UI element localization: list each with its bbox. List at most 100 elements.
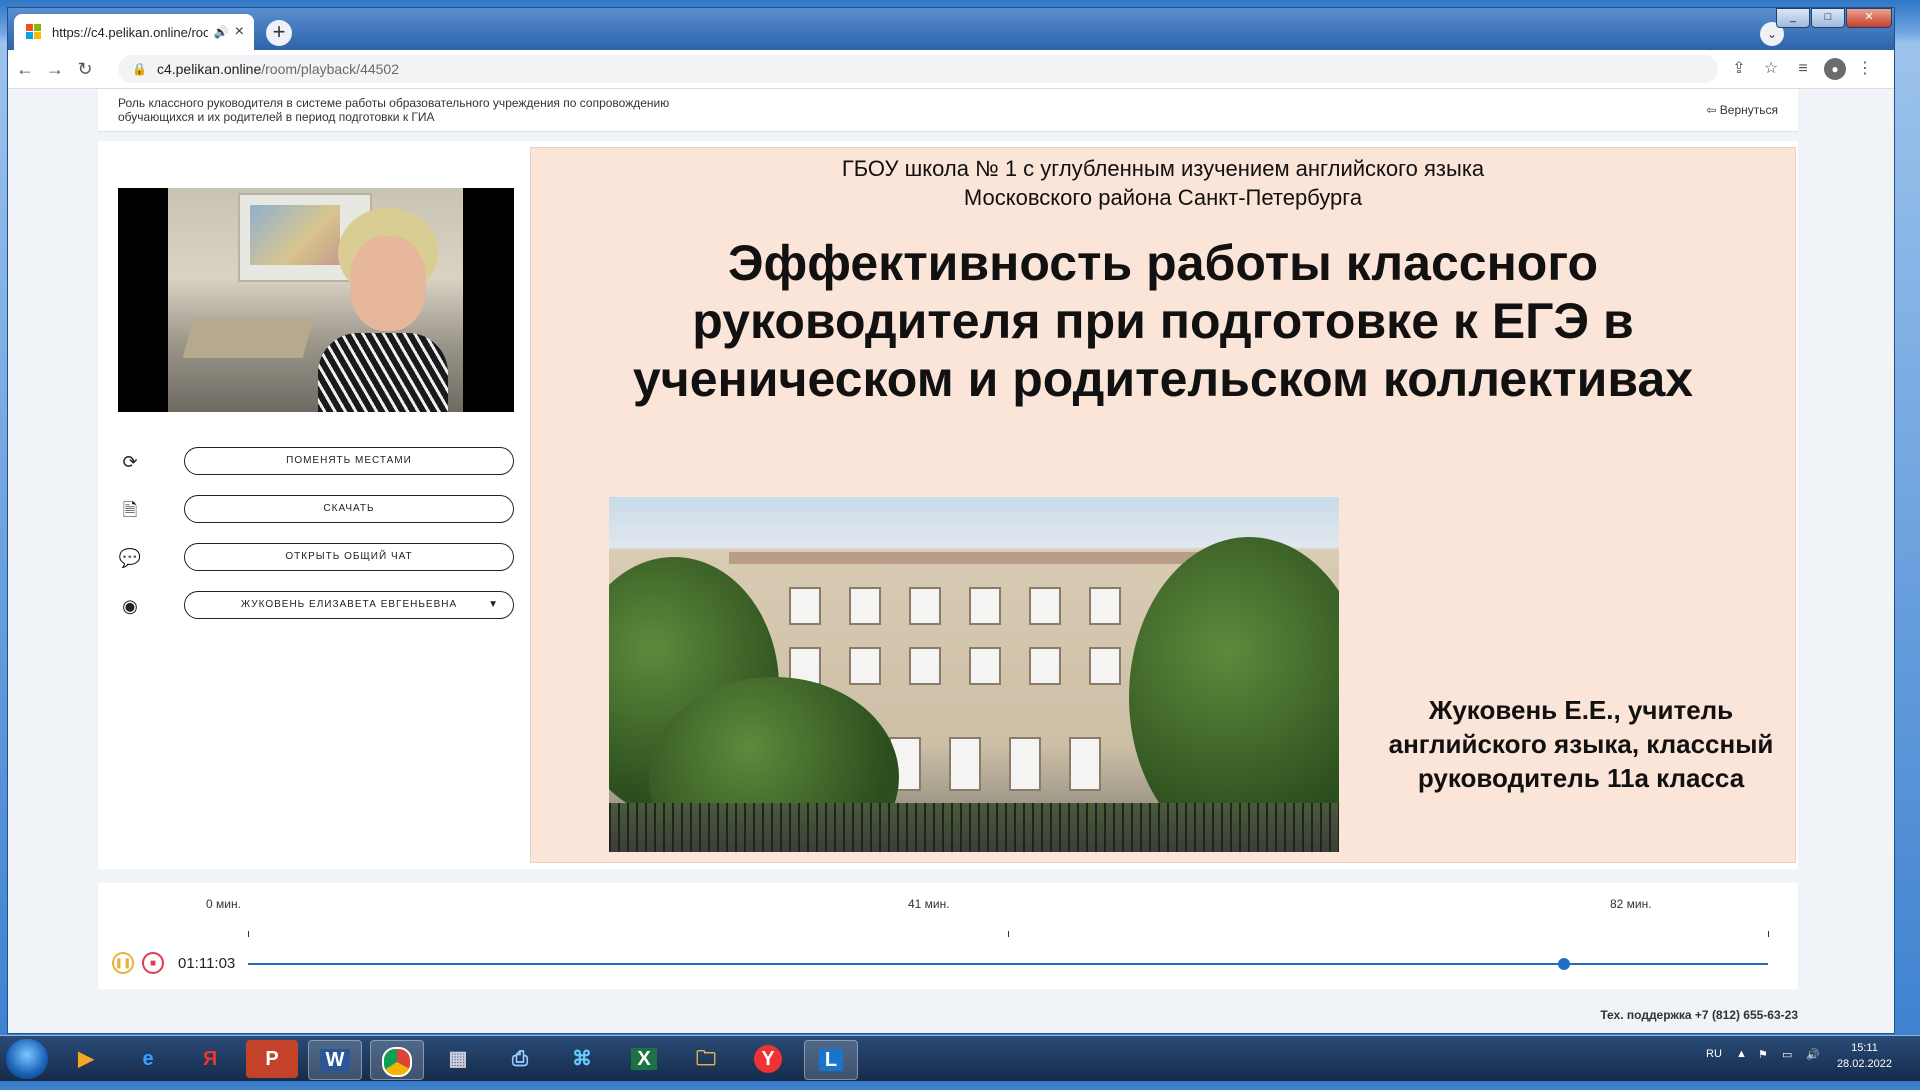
reload-icon[interactable]: ↻ (74, 58, 96, 80)
course-title: Роль классного руководителя в системе ра… (118, 96, 670, 124)
window (969, 647, 1001, 685)
minimize-button[interactable]: _ (1776, 8, 1810, 28)
lync-icon[interactable]: L (804, 1040, 858, 1080)
url-path: /room/playback/44502 (261, 61, 400, 77)
tick-mark (248, 931, 249, 937)
reading-list-icon[interactable]: ≡ (1792, 58, 1814, 80)
share-icon[interactable]: ⇪ (1728, 58, 1750, 80)
playback-area: ⟳ ПОМЕНЯТЬ МЕСТАМИ 🗎 СКАЧАТЬ 💬 ОТКРЫТЬ О… (98, 141, 1798, 869)
tick-mid: 41 мин. (908, 897, 950, 911)
maximize-button[interactable]: □ (1811, 8, 1845, 28)
bookmark-star-icon[interactable]: ☆ (1760, 58, 1782, 80)
close-tab-icon[interactable]: × (235, 23, 244, 41)
chat-bubble-icon: 💬 (118, 548, 142, 568)
swap-button[interactable]: ПОМЕНЯТЬ МЕСТАМИ (184, 447, 514, 475)
classroom-desk (182, 318, 314, 358)
window-controls: _ □ ✕ (1775, 8, 1892, 28)
back-link[interactable]: ⇦ Вернуться (1706, 103, 1778, 117)
address-bar[interactable]: 🔒 c4.pelikan.online /room/playback/44502 (118, 55, 1718, 83)
speaker-select[interactable]: ЖУКОВЕНЬ ЕЛИЗАВЕТА ЕВГЕНЬЕВНА ▼ (184, 591, 514, 619)
browser-window: https://c4.pelikan.online/roo 🔊 × + ⌄ _ … (7, 7, 1895, 1034)
window (1029, 647, 1061, 685)
scanner-icon[interactable]: ⎙ (494, 1040, 546, 1078)
tick-mark (1768, 931, 1769, 937)
slide-title: Эффективность работы классного руководит… (632, 235, 1694, 407)
yandex-icon[interactable]: Y (742, 1040, 794, 1078)
powerpoint-icon[interactable]: P (246, 1040, 298, 1078)
windows-taskbar: ▶ e Я P W ▦ ⎙ ⌘ X 🗀 Y L RU ▲ ⚑ ▭ 🔊 15:11… (0, 1035, 1920, 1081)
window (1089, 647, 1121, 685)
slide-school-text: ГБОУ школа № 1 с углубленным изучением а… (841, 156, 1485, 210)
profile-avatar-icon[interactable]: ● (1824, 58, 1846, 80)
browser-tab[interactable]: https://c4.pelikan.online/roo 🔊 × (14, 14, 254, 50)
support-phone: Тех. поддержка +7 (812) 655-63-23 (1600, 1008, 1798, 1022)
slide-school: ГБОУ школа № 1 с углубленным изучением а… (531, 154, 1795, 212)
tab-strip: https://c4.pelikan.online/roo 🔊 × + ⌄ _ … (8, 8, 1894, 50)
speaker-face (350, 236, 426, 331)
chrome-icon[interactable] (370, 1040, 424, 1080)
file-explorer-icon[interactable]: 🗀 (680, 1040, 732, 1078)
video-background (168, 188, 463, 412)
swap-icon: ⟳ (122, 452, 138, 472)
chat-row: 💬 ОТКРЫТЬ ОБЩИЙ ЧАТ (118, 543, 514, 573)
network-icon[interactable]: ▭ (1782, 1048, 1792, 1061)
back-arrow-icon[interactable]: ← (14, 58, 36, 80)
window (789, 587, 821, 625)
swap-row: ⟳ ПОМЕНЯТЬ МЕСТАМИ (118, 447, 514, 477)
speaker-icon[interactable]: 🔊 (214, 25, 229, 39)
progress-knob[interactable] (1558, 958, 1571, 970)
download-button[interactable]: СКАЧАТЬ (184, 495, 514, 523)
media-player-icon[interactable]: ▶ (60, 1040, 112, 1078)
menu-kebab-icon[interactable]: ⋮ (1854, 58, 1876, 80)
stop-button[interactable]: ■ (142, 952, 164, 974)
caret-down-icon: ▼ (488, 599, 499, 610)
tick-mark (1008, 931, 1009, 937)
window (1089, 587, 1121, 625)
tray-expand-icon[interactable]: ▲ (1736, 1048, 1747, 1060)
forward-arrow-icon[interactable]: → (44, 58, 66, 80)
clock-time: 15:11 (1851, 1042, 1878, 1054)
window (849, 587, 881, 625)
pause-button[interactable]: ❚❚ (112, 952, 134, 974)
window (909, 587, 941, 625)
clock-date: 28.02.2022 (1836, 1058, 1892, 1070)
back-label: Вернуться (1719, 103, 1778, 117)
yandex-browser-icon[interactable]: Я (184, 1040, 236, 1078)
tab-title: https://c4.pelikan.online/roo (52, 24, 208, 40)
progress-track[interactable] (248, 963, 1768, 965)
window (1029, 587, 1061, 625)
lock-icon[interactable]: 🔒 (132, 62, 147, 76)
building-cornice (729, 552, 1249, 564)
download-row: 🗎 СКАЧАТЬ (118, 495, 514, 525)
slide-author: Жуковень Е.Е., учитель английского языка… (1388, 695, 1774, 793)
calculator-icon[interactable]: ▦ (432, 1040, 484, 1078)
window (969, 587, 1001, 625)
presentation-slide: ГБОУ школа № 1 с углубленным изучением а… (530, 147, 1796, 863)
exit-icon: ⇦ (1706, 103, 1720, 117)
room-header: Роль классного руководителя в системе ра… (98, 89, 1798, 132)
window (1009, 737, 1041, 791)
volume-icon[interactable]: 🔊 (1806, 1048, 1820, 1061)
start-button[interactable] (6, 1039, 48, 1079)
internet-explorer-icon[interactable]: e (122, 1040, 174, 1078)
word-icon[interactable]: W (308, 1040, 362, 1080)
network-app-icon[interactable]: ⌘ (556, 1040, 608, 1078)
webcam-video[interactable] (118, 188, 514, 412)
current-time: 01:11:03 (178, 955, 236, 972)
window (909, 647, 941, 685)
url-host: c4.pelikan.online (156, 61, 262, 77)
speaker-select-value: ЖУКОВЕНЬ ЕЛИЗАВЕТА ЕВГЕНЬЕВНА (240, 599, 458, 610)
excel-icon[interactable]: X (618, 1040, 670, 1078)
open-chat-button[interactable]: ОТКРЫТЬ ОБЩИЙ ЧАТ (184, 543, 514, 571)
flag-icon[interactable]: ⚑ (1758, 1048, 1768, 1061)
speaker-body (318, 333, 448, 412)
playback-timeline: 0 мин. 41 мин. 82 мин. ❚❚ ■ 01:11:03 (98, 883, 1798, 989)
site-favicon (26, 24, 42, 40)
tick-start: 0 мин. (206, 897, 241, 911)
new-tab-button[interactable]: + (266, 20, 292, 46)
language-indicator[interactable]: RU (1706, 1048, 1722, 1060)
close-window-button[interactable]: ✕ (1846, 8, 1892, 28)
system-clock[interactable]: 15:11 28.02.2022 (1837, 1040, 1892, 1072)
webcam-icon: ◉ (122, 596, 138, 616)
school-building-photo (609, 497, 1339, 852)
